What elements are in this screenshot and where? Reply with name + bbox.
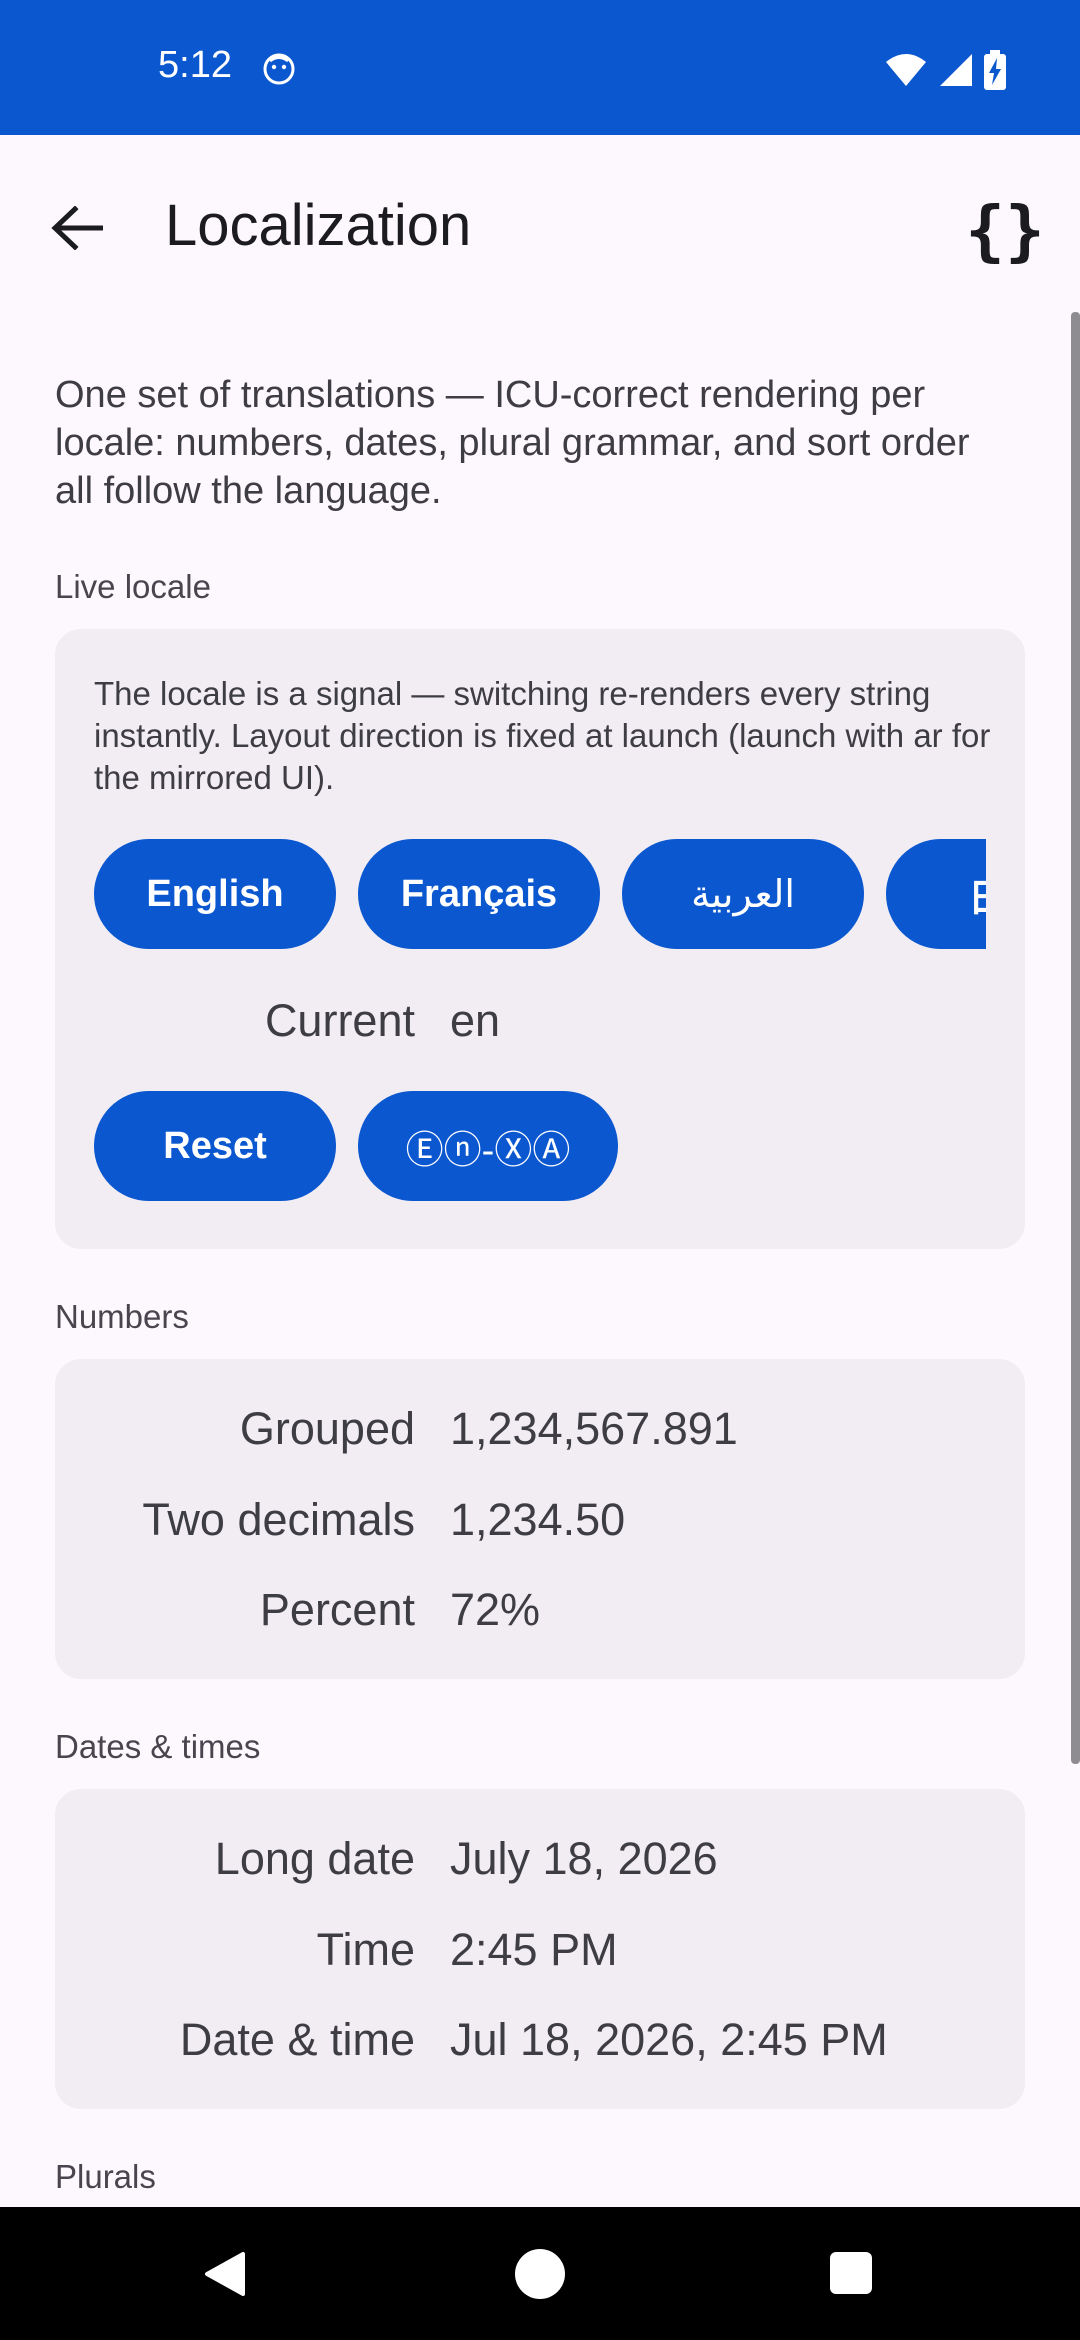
kv-value: 72% <box>450 1584 541 1635</box>
code-braces-button[interactable]: {} <box>960 185 1050 275</box>
section-label-dates: Dates & times <box>55 1728 261 1765</box>
back-button[interactable] <box>42 193 112 263</box>
code-braces-icon: {} <box>965 191 1045 269</box>
dates-card: Long date July 18, 2026 Time 2:45 PM Dat… <box>55 1789 1025 2109</box>
kv-row: Percent 72% <box>55 1584 1025 1644</box>
section-label-live-locale: Live locale <box>55 568 211 605</box>
content-scroll[interactable]: One set of translations — ICU-correct re… <box>0 315 1080 2207</box>
kv-value: Jul 18, 2026, 2:45 PM <box>450 2014 888 2065</box>
face-icon <box>263 53 295 85</box>
pseudo-locale-button[interactable]: Ⓔⓝ-ⓍⒶ <box>358 1091 618 1201</box>
app-bar: Localization {} <box>0 135 1080 315</box>
signal-icon <box>940 54 972 86</box>
kv-value: 1,234,567.891 <box>450 1403 738 1454</box>
kv-label: Date & time <box>179 2014 415 2065</box>
current-locale-label: Current <box>264 995 415 1046</box>
locale-button-english[interactable]: English <box>94 839 336 949</box>
section-label-numbers: Numbers <box>55 1298 189 1335</box>
kv-row: Date & time Jul 18, 2026, 2:45 PM <box>55 2014 1025 2074</box>
live-locale-card: The locale is a signal — switching re-re… <box>55 629 1025 1249</box>
nav-back-icon[interactable] <box>203 2250 247 2298</box>
nav-recents-icon[interactable] <box>830 2252 872 2294</box>
section-label-plurals: Plurals <box>55 2158 156 2195</box>
live-locale-description: The locale is a signal — switching re-re… <box>94 675 991 796</box>
current-locale-row: Current en <box>55 995 1025 1055</box>
kv-row: Two decimals 1,234.50 <box>55 1494 1025 1554</box>
kv-label: Time <box>316 1924 415 1975</box>
locale-button-japanese[interactable]: 日本語 <box>886 839 986 949</box>
locale-button-arabic[interactable]: العربية <box>622 839 864 949</box>
kv-label: Two decimals <box>142 1494 415 1545</box>
arrow-back-icon <box>51 206 103 250</box>
current-locale-value: en <box>450 995 501 1046</box>
kv-row: Long date July 18, 2026 <box>55 1833 1025 1893</box>
kv-label: Long date <box>214 1833 415 1884</box>
system-nav-bar <box>0 2207 1080 2340</box>
kv-label: Grouped <box>239 1403 415 1454</box>
battery-charging-icon <box>984 50 1006 90</box>
status-bar: 5:12 <box>0 0 1080 135</box>
numbers-card: Grouped 1,234,567.891 Two decimals 1,234… <box>55 1359 1025 1679</box>
status-time: 5:12 <box>158 44 232 86</box>
kv-value: July 18, 2026 <box>450 1833 718 1884</box>
intro-text: One set of translations — ICU-correct re… <box>55 374 970 512</box>
reset-button[interactable]: Reset <box>94 1091 336 1201</box>
nav-home-icon[interactable] <box>515 2249 565 2299</box>
status-icons <box>884 50 1006 90</box>
kv-row: Grouped 1,234,567.891 <box>55 1403 1025 1463</box>
kv-value: 1,234.50 <box>450 1494 626 1545</box>
wifi-icon <box>886 54 926 86</box>
page-title: Localization <box>165 193 472 258</box>
locale-button-row[interactable]: English Français العربية 日本語 <box>94 839 986 951</box>
kv-row: Time 2:45 PM <box>55 1924 1025 1984</box>
kv-label: Percent <box>259 1584 415 1635</box>
kv-value: 2:45 PM <box>450 1924 618 1975</box>
locale-button-french[interactable]: Français <box>358 839 600 949</box>
